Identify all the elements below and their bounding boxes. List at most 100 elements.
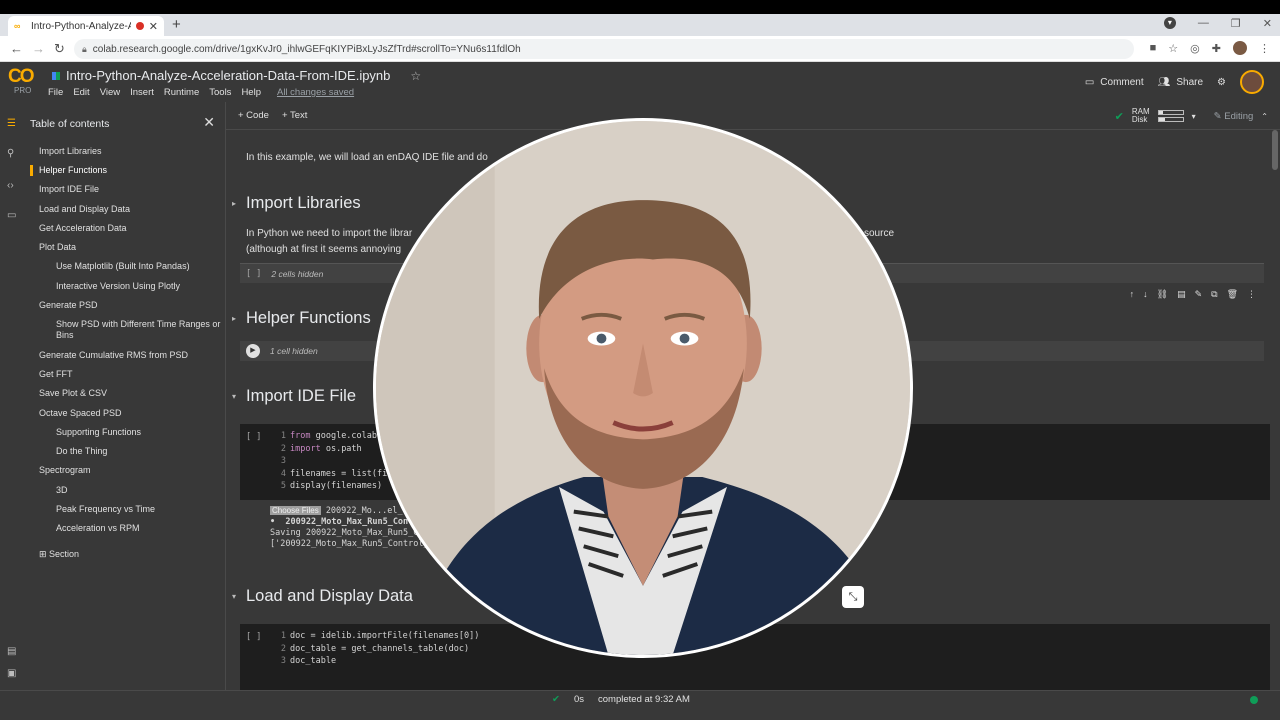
choose-files-button[interactable]: Choose Files: [270, 506, 321, 515]
forward-icon[interactable]: →: [32, 41, 45, 56]
move-down-icon[interactable]: ↓: [1143, 289, 1148, 300]
star-icon[interactable]: ☆: [410, 69, 421, 83]
code-snippets-icon[interactable]: ‹›: [7, 180, 14, 191]
command-palette-icon[interactable]: ▤: [7, 646, 16, 657]
camera-icon[interactable]: ■: [1150, 42, 1157, 54]
reload-icon[interactable]: ↻: [54, 41, 65, 57]
mirror-cell-icon[interactable]: ⧉: [1211, 289, 1217, 300]
menu-edit[interactable]: Edit: [73, 87, 89, 98]
toc-item-acceleration-vs-rpm[interactable]: Acceleration vs RPM: [56, 523, 140, 534]
window-controls: ▾ — ❐ ✕: [1163, 17, 1272, 30]
logo-text: CO: [8, 66, 35, 87]
section-title: Import Libraries: [246, 194, 361, 212]
section-helper-functions[interactable]: ▸ Helper Functions: [232, 309, 371, 328]
more-icon[interactable]: ⋮: [1247, 289, 1256, 300]
edit-pencil-icon[interactable]: ✎: [1195, 289, 1203, 300]
comment-button[interactable]: ▭ Comment: [1085, 77, 1144, 88]
toc-item-save-plot-csv[interactable]: Save Plot & CSV: [39, 388, 107, 399]
browser-tab[interactable]: ∞ Intro-Python-Analyze-Acceleration-Data…: [8, 16, 164, 36]
settings-gear-icon[interactable]: ⚙: [1217, 77, 1226, 88]
code-line: 5 display(filenames): [280, 481, 383, 492]
toc-item-get-acceleration-data[interactable]: Get Acceleration Data: [39, 223, 127, 234]
notebook-scrollbar[interactable]: [1272, 130, 1278, 170]
exit-pip-icon[interactable]: ⤡: [842, 586, 864, 608]
editing-label: Editing: [1224, 110, 1254, 122]
toc-item-use-matplotlib[interactable]: Use Matplotlib (Built Into Pandas): [56, 261, 190, 272]
toc-item-supporting-functions[interactable]: Supporting Functions: [56, 427, 141, 438]
expand-caret-icon: ▸: [232, 199, 237, 208]
section-load-display-data[interactable]: ▾ Load and Display Data: [232, 587, 413, 606]
exec-count: [ ]: [246, 268, 262, 279]
account-avatar[interactable]: [1240, 70, 1264, 94]
toc-item-import-ide-file[interactable]: Import IDE File: [39, 184, 99, 195]
search-icon[interactable]: ⚲: [7, 148, 14, 159]
toc-item-spectrogram[interactable]: Spectrogram: [39, 465, 91, 476]
add-text-button[interactable]: + Text: [282, 110, 307, 121]
menu-tools[interactable]: Tools: [209, 87, 231, 98]
menu-help[interactable]: Help: [241, 87, 261, 98]
delete-icon[interactable]: 🗑︎: [1227, 289, 1238, 300]
close-icon[interactable]: ✕: [203, 114, 215, 131]
toc-item-cumulative-rms[interactable]: Generate Cumulative RMS from PSD: [39, 350, 188, 361]
colab-logo[interactable]: CO PRO: [8, 66, 40, 98]
disk-label: Disk: [1131, 115, 1148, 124]
execution-status[interactable]: ✔ 0s completed at 9:32 AM: [552, 694, 690, 705]
expand-caret-icon: ▸: [232, 314, 237, 323]
add-code-button[interactable]: + Code: [238, 110, 269, 121]
tab-search-icon[interactable]: ▾: [1163, 17, 1176, 29]
back-icon[interactable]: ←: [10, 41, 23, 56]
files-folder-icon[interactable]: ▭: [7, 210, 16, 221]
disk-meter: [1157, 117, 1184, 122]
collapse-header-icon[interactable]: ⌃: [1261, 112, 1268, 121]
share-button[interactable]: 👥︎ Share: [1158, 77, 1203, 88]
terminal-icon[interactable]: ▣: [7, 668, 16, 679]
section-import-ide-file[interactable]: ▾ Import IDE File: [232, 387, 356, 406]
profile-avatar[interactable]: [1233, 41, 1247, 55]
resource-meters[interactable]: [1157, 109, 1184, 123]
toc-item-generate-psd[interactable]: Generate PSD: [39, 300, 98, 311]
new-tab-button[interactable]: +: [172, 16, 181, 33]
runtime-dropdown-icon[interactable]: ▾: [1192, 112, 1196, 121]
move-up-icon[interactable]: ↑: [1130, 289, 1135, 300]
address-bar[interactable]: 🔒︎ colab.research.google.com/drive/1gxKv…: [74, 39, 1134, 59]
minimize-icon[interactable]: —: [1198, 17, 1209, 30]
bookmark-star-icon[interactable]: ☆: [1168, 42, 1178, 55]
puzzle-icon[interactable]: ✚: [1212, 42, 1221, 55]
exec-count[interactable]: [ ]: [246, 632, 261, 642]
toc-item-get-fft[interactable]: Get FFT: [39, 369, 73, 380]
notebook-title[interactable]: Intro-Python-Analyze-Acceleration-Data-F…: [66, 68, 390, 83]
run-cell-icon[interactable]: ▶: [246, 344, 260, 358]
toc-item-load-and-display-data[interactable]: Load and Display Data: [39, 204, 130, 215]
pro-label: PRO: [14, 86, 32, 95]
comment-cell-icon[interactable]: ▤: [1177, 289, 1186, 300]
editing-mode-button[interactable]: ✎ Editing: [1214, 111, 1254, 122]
add-section-label: Section: [49, 549, 80, 559]
section-import-libraries[interactable]: ▸ Import Libraries: [232, 194, 361, 213]
toc-icon[interactable]: ☰: [7, 118, 16, 129]
menu-insert[interactable]: Insert: [130, 87, 154, 98]
toc-item-import-libraries[interactable]: Import Libraries: [39, 146, 102, 157]
browser-menu-icon[interactable]: ⋮: [1259, 42, 1270, 55]
save-status[interactable]: All changes saved: [277, 87, 354, 98]
toc-item-3d[interactable]: 3D: [56, 485, 68, 496]
toc-item-interactive-plotly[interactable]: Interactive Version Using Plotly: [56, 281, 180, 292]
toc-item-octave-spaced-psd[interactable]: Octave Spaced PSD: [39, 408, 122, 419]
collapse-caret-icon: ▾: [232, 392, 237, 401]
toc-item-peak-frequency[interactable]: Peak Frequency vs Time: [56, 504, 155, 515]
toc-item-plot-data[interactable]: Plot Data: [39, 242, 76, 253]
exec-count[interactable]: [ ]: [246, 432, 261, 442]
add-section-button[interactable]: ⊞ Section: [39, 549, 79, 560]
menu-runtime[interactable]: Runtime: [164, 87, 199, 98]
toc-item-psd-time-ranges[interactable]: Show PSD with Different Time Ranges or B…: [56, 319, 221, 341]
code-cell-load[interactable]: [ ] 1 doc = idelib.importFile(filenames[0…: [240, 624, 1270, 690]
toc-item-do-the-thing[interactable]: Do the Thing: [56, 446, 107, 457]
toc-item-helper-functions[interactable]: Helper Functions: [39, 165, 107, 176]
extension-icon[interactable]: ◎: [1190, 42, 1200, 55]
close-window-icon[interactable]: ✕: [1263, 17, 1272, 30]
menu-view[interactable]: View: [100, 87, 120, 98]
link-icon[interactable]: ⛓: [1157, 289, 1168, 300]
colab-favicon-icon: ∞: [14, 21, 21, 31]
restore-icon[interactable]: ❐: [1231, 17, 1241, 30]
menu-file[interactable]: File: [48, 87, 63, 98]
close-tab-icon[interactable]: ✕: [149, 20, 158, 33]
